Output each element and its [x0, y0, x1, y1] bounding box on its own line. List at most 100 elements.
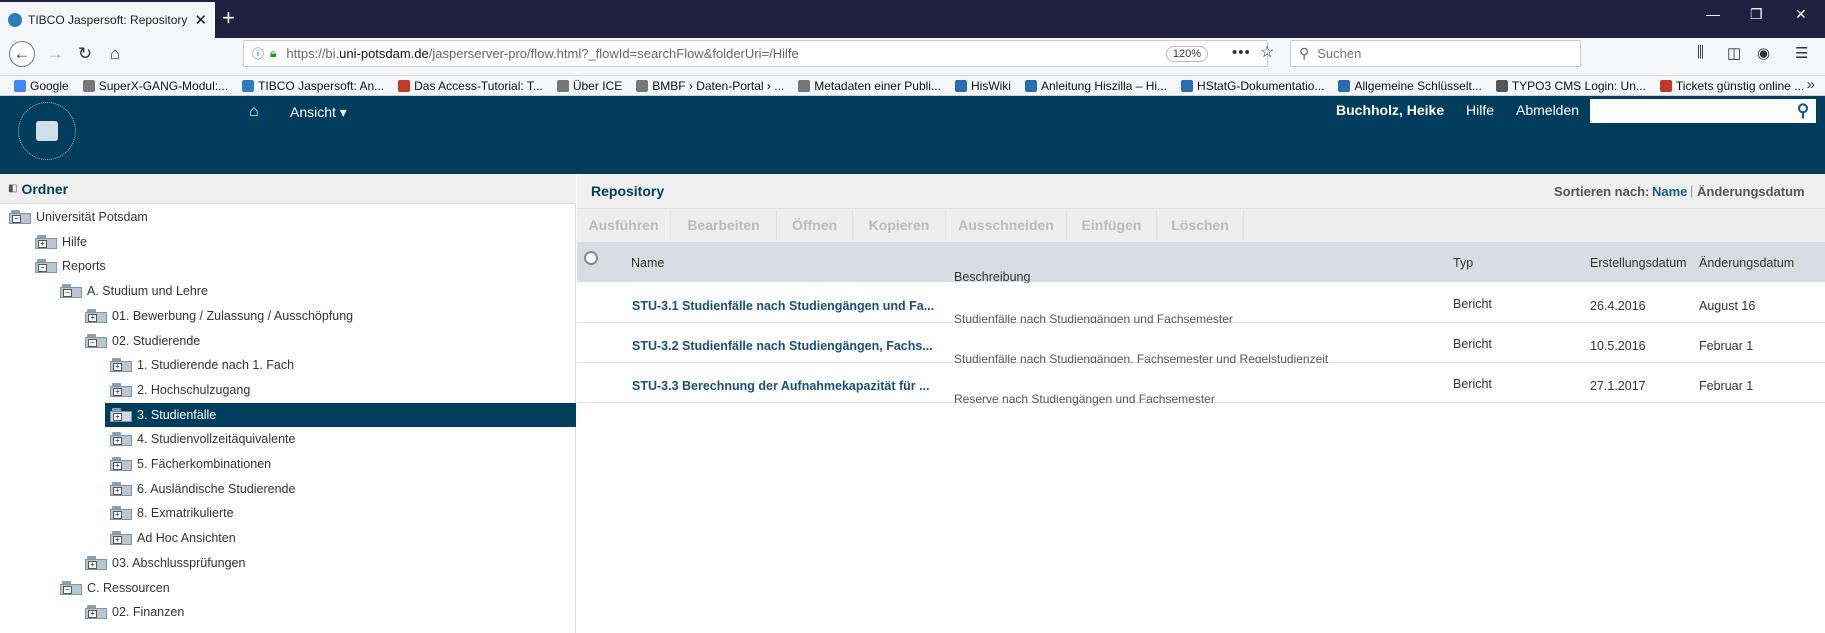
app-search-input[interactable] [1590, 99, 1816, 123]
resource-name-link[interactable]: STU-3.1 Studienfälle nach Studiengängen … [632, 299, 934, 313]
tree-node[interactable]: +03. Abschlussprüfungen [85, 551, 245, 575]
bookmark-item[interactable]: TYPO3 CMS Login: Un... [1495, 79, 1646, 93]
folder-icon[interactable]: + [110, 382, 132, 397]
folder-icon[interactable]: + [85, 605, 107, 620]
resource-created: 26.4.2016 [1590, 299, 1646, 313]
bookmark-item[interactable]: SuperX-GANG-Modul:... [82, 79, 228, 93]
bookmark-label: HStatG-Dokumentatio... [1197, 78, 1325, 93]
toolbar-button[interactable]: Ausschneiden [946, 210, 1067, 240]
bookmark-item[interactable]: Metadaten einer Publi... [798, 79, 941, 93]
tree-node[interactable]: +3. Studienfälle [105, 402, 576, 427]
folder-icon[interactable]: + [110, 481, 132, 496]
tree-node[interactable]: +02. Finanzen [85, 600, 184, 624]
bookmark-item[interactable]: HStatG-Dokumentatio... [1181, 79, 1324, 93]
tree-node[interactable]: − Universität Potsdam [9, 205, 148, 229]
toolbar-button[interactable]: Öffnen [777, 210, 853, 240]
clock-icon [584, 251, 598, 265]
bookmark-item[interactable]: Über ICE [556, 79, 622, 93]
help-link[interactable]: Hilfe [1466, 102, 1494, 118]
collapse-panel-icon[interactable]: ◧ [8, 183, 17, 194]
library-icon[interactable]: ⫼ [1697, 44, 1704, 61]
folder-icon[interactable]: − [9, 210, 31, 224]
column-description[interactable]: Beschreibung [954, 270, 1030, 284]
folder-icon[interactable]: + [110, 531, 132, 546]
bookmark-item[interactable]: Tickets günstig online ... [1659, 79, 1804, 93]
toolbar-button[interactable]: Löschen [1157, 210, 1244, 240]
toolbar-button[interactable]: Bearbeiten [671, 210, 777, 240]
tree-node[interactable]: +2. Hochschulzugang [110, 378, 250, 402]
home-icon[interactable]: ⌂ [249, 103, 259, 121]
browser-search-input[interactable]: ⚲ Suchen [1290, 40, 1581, 67]
folder-icon[interactable]: + [110, 358, 132, 373]
folder-icon[interactable]: + [35, 234, 57, 249]
menu-icon[interactable]: ☰ [1795, 44, 1808, 62]
tree-node[interactable]: − A. Studium und Lehre [60, 279, 208, 303]
folder-icon[interactable]: + [85, 555, 107, 570]
tree-node[interactable]: +8. Exmatrikulierte [110, 501, 234, 525]
tree-node[interactable]: + Hilfe [35, 230, 87, 254]
folder-icon[interactable]: + [110, 506, 132, 521]
sort-by-name[interactable]: Name [1652, 184, 1687, 199]
bookmark-item[interactable]: Google [14, 79, 69, 93]
resource-created: 27.1.2017 [1590, 379, 1646, 393]
bookmark-item[interactable]: BMBF › Daten-Portal › ... [636, 79, 784, 93]
forward-icon[interactable]: → [42, 41, 68, 67]
column-type[interactable]: Typ [1453, 256, 1473, 270]
tree-node[interactable]: +4. Studienvollzeitäquivalente [110, 427, 295, 451]
folder-icon[interactable]: − [35, 259, 57, 274]
folder-icon[interactable]: − [85, 333, 107, 348]
account-icon[interactable]: ◉ [1757, 44, 1770, 62]
tree-node[interactable]: +6. Ausländische Studierende [110, 477, 295, 501]
tree-node[interactable]: +1. Studierende nach 1. Fach [110, 353, 294, 377]
close-tab-icon[interactable]: ✕ [194, 11, 207, 29]
folder-icon[interactable]: + [85, 308, 107, 323]
new-tab-icon[interactable]: + [222, 6, 235, 30]
toolbar-button[interactable]: Ausführen [577, 210, 671, 240]
tree-node-label: C. Ressourcen [87, 580, 170, 595]
bookmark-item[interactable]: Das Access-Tutorial: T... [398, 79, 543, 93]
resource-name-link[interactable]: STU-3.3 Berechnung der Aufnahmekapazität… [632, 379, 930, 393]
page-actions-icon[interactable]: ••• [1232, 44, 1251, 61]
column-created[interactable]: Erstellungsdatum [1590, 256, 1687, 270]
tree-node[interactable]: − C. Ressourcen [60, 576, 170, 600]
column-modified[interactable]: Änderungsdatum [1699, 256, 1794, 270]
bookmark-item[interactable]: Allgemeine Schlüsselt... [1338, 78, 1482, 93]
bookmark-label: Allgemeine Schlüsselt... [1354, 78, 1482, 93]
folder-icon[interactable]: + [110, 457, 132, 471]
bookmark-item[interactable]: Anleitung Hiszilla – Hi... [1024, 79, 1167, 93]
close-window-icon[interactable]: ✕ [1795, 6, 1807, 23]
sort-by-date[interactable]: Änderungsdatum [1697, 184, 1805, 199]
university-logo[interactable] [18, 102, 76, 160]
tree-node[interactable]: +5. Fächerkombinationen [110, 452, 271, 476]
browser-tab[interactable]: TIBCO Jaspersoft: Repository d ✕ [0, 2, 215, 38]
folder-icon[interactable]: + [110, 432, 132, 447]
more-bookmarks-icon[interactable]: » [1807, 76, 1815, 93]
zoom-indicator[interactable]: 120% [1166, 46, 1208, 62]
resource-name-link[interactable]: STU-3.2 Studienfälle nach Studiengängen,… [632, 339, 933, 353]
folder-icon[interactable]: − [60, 284, 82, 299]
toolbar-button[interactable]: Einfügen [1067, 210, 1157, 240]
tree-node[interactable]: + Ad Hoc Ansichten [110, 526, 236, 550]
toolbar-button[interactable]: Kopieren [853, 210, 946, 240]
tree-node[interactable]: +01. Bewerbung / Zulassung / Ausschöpfun… [85, 304, 353, 328]
home-browser-icon[interactable]: ⌂ [102, 41, 128, 67]
reload-icon[interactable]: ↻ [72, 41, 98, 67]
back-icon[interactable]: ← [9, 41, 35, 67]
bookmark-item[interactable]: HisWiki [954, 79, 1011, 93]
folder-icon[interactable]: − [60, 580, 82, 595]
tree-node[interactable]: −02. Studierende [85, 329, 200, 353]
info-icon[interactable]: ⓘ [252, 45, 264, 62]
column-name[interactable]: Name [631, 256, 664, 270]
tree-node[interactable]: − Reports [35, 254, 106, 278]
folder-icon[interactable]: + [110, 407, 132, 422]
search-icon[interactable]: ⚲ [1790, 99, 1816, 123]
logout-link[interactable]: Abmelden [1516, 102, 1579, 118]
bookmark-star-icon[interactable]: ☆ [1260, 42, 1274, 62]
bookmark-item[interactable]: TIBCO Jaspersoft: An... [242, 79, 384, 93]
restore-icon[interactable]: ❐ [1750, 6, 1763, 23]
url-bar[interactable]: ⓘ 🔒︎ https://bi.uni-potsdam.de/jasperser… [243, 40, 1268, 67]
view-menu[interactable]: Ansicht ▾ [290, 104, 347, 121]
minimize-icon[interactable]: — [1706, 6, 1720, 22]
sidebar-icon[interactable]: ◫ [1727, 44, 1741, 62]
user-name: Buchholz, Heike [1336, 102, 1445, 118]
